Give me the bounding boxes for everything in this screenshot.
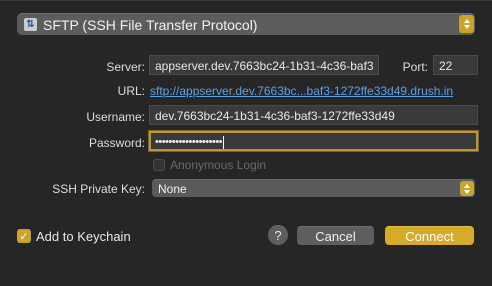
url-link[interactable]: sftp://appserver.dev.7663bc...baf3-1272f… [150, 84, 453, 98]
port-label: Port: [402, 60, 428, 74]
anonymous-login-label: Anonymous Login [170, 158, 267, 172]
url-label: URL: [117, 84, 145, 98]
add-to-keychain-checkbox[interactable]: ✓ [17, 229, 31, 243]
top-divider [0, 0, 492, 1]
anonymous-login-checkbox[interactable] [153, 159, 165, 171]
username-field[interactable]: dev.7663bc24-1b31-4c36-baf3-1272ffe33d49 [149, 105, 478, 125]
server-label: Server: [106, 60, 145, 74]
password-field[interactable]: •••••••••••••••••••• [149, 131, 478, 151]
popup-stepper-icon [459, 15, 474, 33]
ssh-key-label: SSH Private Key: [52, 182, 145, 196]
server-field[interactable]: appserver.dev.7663bc24-1b31-4c36-baf3 [149, 55, 379, 75]
ssh-key-popup[interactable]: None [152, 179, 475, 197]
text-cursor [223, 135, 225, 149]
username-label: Username: [86, 110, 145, 124]
help-button[interactable]: ? [268, 225, 288, 245]
checkmark-icon: ✓ [19, 230, 29, 243]
password-label: Password: [88, 136, 145, 150]
connect-button[interactable]: Connect [385, 226, 474, 245]
add-to-keychain-label: Add to Keychain [36, 229, 131, 244]
ssh-key-value: None [158, 182, 187, 196]
password-dots: •••••••••••••••••••• [155, 136, 223, 148]
port-field[interactable]: 22 [433, 55, 478, 75]
popup-stepper-icon [460, 181, 474, 196]
protocol-popup[interactable]: ⇅ SFTP (SSH File Transfer Protocol) [17, 13, 475, 35]
protocol-label: SFTP (SSH File Transfer Protocol) [43, 16, 258, 33]
cancel-button[interactable]: Cancel [297, 226, 374, 245]
sftp-icon: ⇅ [24, 18, 37, 31]
